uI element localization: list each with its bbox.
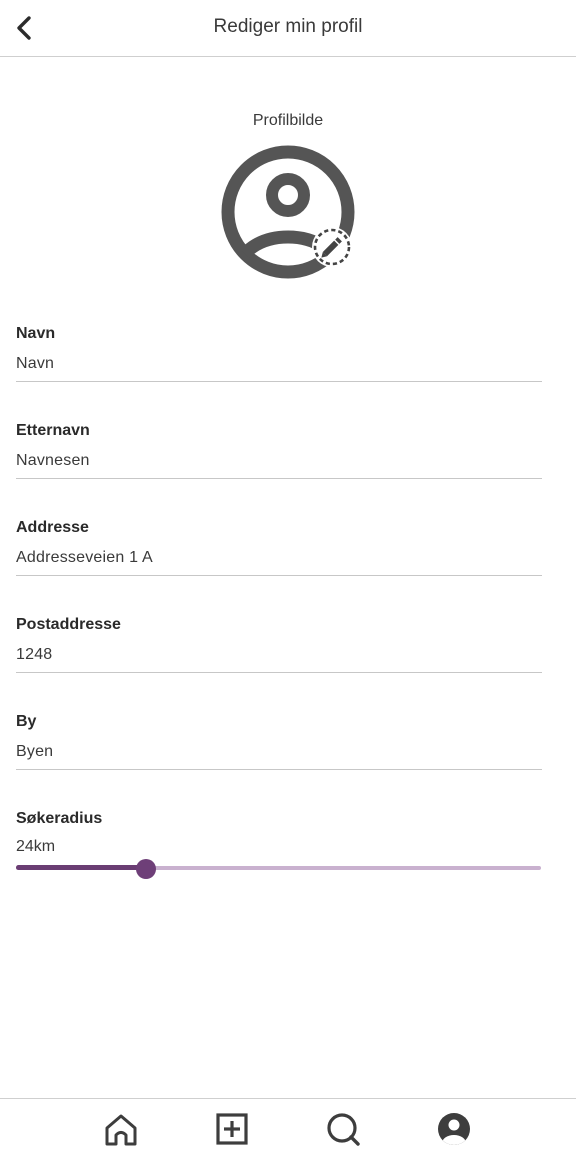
address-field: Addresse [16,519,542,576]
nav-search-button[interactable] [323,1109,363,1149]
pencil-icon [312,227,352,267]
address-label: Addresse [16,519,89,536]
search-icon [327,1113,360,1146]
postal-code-field: Postaddresse [16,616,542,673]
city-field: By [16,713,542,770]
last-name-field: Etternavn [16,422,542,479]
bottom-nav [0,1098,576,1156]
slider-thumb[interactable] [136,859,156,879]
first-name-input[interactable] [16,353,542,382]
city-input[interactable] [16,741,542,770]
page-title: Rediger min profil [213,16,363,37]
first-name-field: Navn [16,325,542,382]
profile-icon [438,1113,470,1145]
profile-picture-button[interactable] [219,143,357,281]
app: Rediger min profil Profilbilde Navn Navn… [0,0,576,1156]
address-input[interactable] [16,547,542,576]
last-name-label: Etternavn [16,422,90,439]
nav-profile-button[interactable] [434,1109,474,1149]
search-radius-value: 24km [16,838,56,855]
nav-add-button[interactable] [212,1109,252,1149]
add-square-icon [216,1113,248,1145]
search-radius-slider[interactable] [16,858,541,880]
home-icon [105,1114,137,1146]
city-label: By [16,713,37,730]
avatar-label: Profilbilde [252,112,324,129]
slider-fill [16,865,146,870]
user-circle-icon [221,145,355,279]
nav-home-button[interactable] [101,1109,141,1149]
postal-code-label: Postaddresse [16,616,121,633]
header: Rediger min profil [0,0,576,57]
search-radius-label: Søkeradius [16,810,103,827]
first-name-label: Navn [16,325,56,342]
last-name-input[interactable] [16,450,542,479]
postal-code-input[interactable] [16,644,542,673]
search-radius-field: Søkeradius 24km [16,810,542,856]
